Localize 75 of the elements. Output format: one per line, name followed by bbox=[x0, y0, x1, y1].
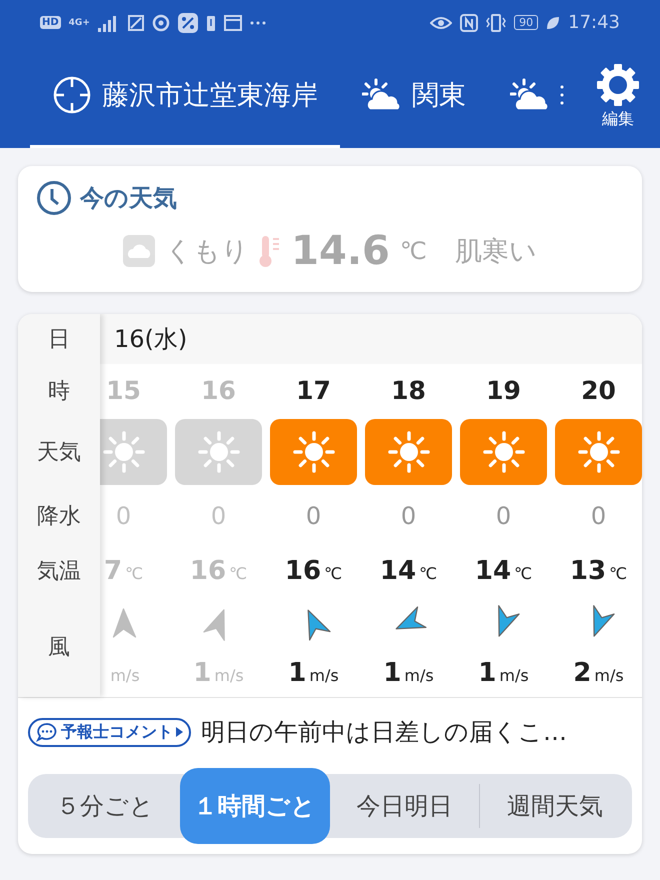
overflow-dots-icon bbox=[560, 84, 564, 106]
row-label: 降水 bbox=[36, 502, 82, 530]
wind-speed: m/s bbox=[109, 665, 140, 687]
sun-icon bbox=[386, 430, 430, 474]
thermometer-icon bbox=[259, 234, 282, 268]
temperature-value: 14℃ bbox=[474, 556, 532, 586]
settings-icon bbox=[596, 63, 640, 107]
precipitation-value: 0 bbox=[116, 502, 132, 530]
settings-label: 編集 bbox=[602, 109, 634, 130]
row-label: 日 bbox=[47, 326, 71, 354]
temperature-value: 7℃ bbox=[104, 556, 144, 586]
location-tab[interactable]: 関東 bbox=[340, 45, 488, 148]
wind-speed: 1 m/s bbox=[383, 658, 434, 688]
mode-tab[interactable]: ５分ごと bbox=[30, 774, 180, 838]
temperature-value: 16℃ bbox=[190, 556, 248, 586]
hour-label: 15 bbox=[106, 376, 141, 405]
leaf-icon bbox=[546, 16, 560, 30]
precipitation-value: 0 bbox=[590, 502, 606, 530]
sun-icon bbox=[576, 430, 620, 474]
forecaster-comment-button[interactable]: 予報士コメント bbox=[28, 718, 191, 746]
chat-icon bbox=[36, 722, 58, 742]
card-title: 今の天気 bbox=[80, 183, 177, 214]
hour-label: 20 bbox=[581, 376, 616, 405]
temperature-value: 16℃ bbox=[284, 556, 342, 586]
temperature-value: 14.6 bbox=[291, 228, 390, 274]
hd-indicator: HD bbox=[40, 16, 61, 29]
precipitation-value: 0 bbox=[210, 502, 226, 530]
sun-cloud-icon bbox=[362, 78, 402, 112]
wind-speed: 1 m/s bbox=[288, 658, 339, 688]
temperature-unit: ℃ bbox=[400, 237, 427, 265]
comment-text: 明日の午前中は日差しの届くこ… bbox=[201, 717, 567, 748]
app-icon bbox=[128, 14, 144, 30]
vibrate-icon bbox=[486, 14, 506, 32]
sun-cloud-icon bbox=[510, 78, 550, 112]
percent-icon bbox=[178, 12, 198, 32]
wind-speed: 1 m/s bbox=[478, 658, 529, 688]
battery-alert-icon bbox=[206, 14, 216, 32]
hour-label: 18 bbox=[391, 376, 426, 405]
hour-label: 17 bbox=[296, 376, 331, 405]
location-tab[interactable]: 藤沢市辻堂東海岸 bbox=[30, 45, 340, 148]
more-icon bbox=[250, 20, 266, 24]
row-label: 気温 bbox=[36, 558, 82, 586]
settings-button[interactable]: 編集 bbox=[596, 45, 660, 148]
sun-icon bbox=[482, 430, 526, 474]
mode-tab[interactable]: 週間天気 bbox=[480, 774, 630, 838]
row-label: 風 bbox=[47, 634, 71, 662]
precipitation-value: 0 bbox=[496, 502, 512, 530]
row-label: 天気 bbox=[36, 439, 82, 467]
clock-time: 17:43 bbox=[568, 12, 620, 33]
hour-label: 19 bbox=[486, 376, 521, 405]
caret-icon bbox=[176, 727, 183, 737]
precipitation-value: 0 bbox=[306, 502, 322, 530]
wind-speed: 1 m/s bbox=[193, 658, 244, 688]
feeling-text: 肌寒い bbox=[454, 235, 537, 269]
sun-icon bbox=[196, 430, 240, 474]
crosshair-icon bbox=[52, 75, 92, 115]
network-type: 4G+ bbox=[68, 18, 90, 28]
mode-tab[interactable]: 今日明日 bbox=[330, 784, 480, 828]
row-label: 時 bbox=[47, 378, 71, 406]
battery-level: 90 bbox=[514, 15, 538, 30]
temperature-value: 13℃ bbox=[570, 556, 628, 586]
condition-text: くもり bbox=[165, 235, 250, 269]
browser-icon bbox=[152, 14, 170, 32]
wind-speed: 2 m/s bbox=[573, 658, 624, 688]
cloud-icon bbox=[123, 235, 156, 267]
sun-icon bbox=[102, 430, 146, 474]
clock-icon bbox=[36, 180, 72, 216]
calendar-icon bbox=[224, 14, 242, 30]
temperature-value: 14℃ bbox=[380, 556, 438, 586]
hour-label: 16 bbox=[201, 376, 236, 405]
sun-icon bbox=[292, 430, 336, 474]
precipitation-value: 0 bbox=[400, 502, 416, 530]
date-label: 16(水) bbox=[100, 314, 642, 364]
nfc-icon bbox=[460, 14, 478, 32]
eye-icon bbox=[430, 14, 452, 30]
